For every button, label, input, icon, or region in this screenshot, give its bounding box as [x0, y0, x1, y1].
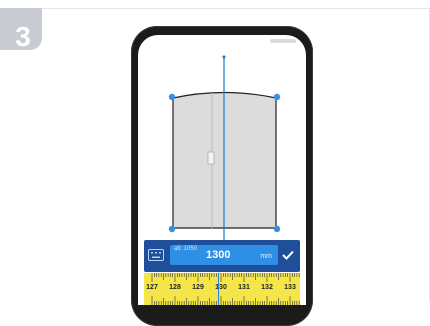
ruler-label: 129	[192, 284, 204, 291]
ruler-label: 131	[238, 284, 250, 291]
corner-handle-top-left-icon[interactable]	[168, 93, 176, 101]
ruler-label: 133	[284, 284, 296, 291]
ruler-label: 127	[146, 284, 158, 291]
ruler-label: 130	[215, 284, 227, 291]
measurement-value-field[interactable]: alt: 1050 1300 mm	[170, 245, 278, 265]
ruler-label: 128	[169, 284, 181, 291]
door-handle	[207, 151, 215, 165]
alt-measurement-label: alt: 1050	[174, 246, 198, 252]
corner-handle-bottom-right-icon[interactable]	[273, 225, 281, 233]
measurement-input-bar: alt: 1050 1300 mm	[144, 240, 300, 272]
measurement-unit: mm	[260, 253, 272, 260]
ruler-scale[interactable]: 127 128 129 130 131 132 133	[144, 273, 300, 305]
corner-handle-bottom-left-icon[interactable]	[168, 225, 176, 233]
measure-line-start-icon[interactable]	[222, 55, 226, 59]
checkmark-icon	[282, 250, 294, 260]
confirm-button[interactable]	[280, 246, 296, 264]
ruler-indicator-line	[218, 273, 219, 305]
corner-handle-top-right-icon[interactable]	[273, 93, 281, 101]
frame-divider	[42, 8, 430, 9]
ruler-label: 132	[261, 284, 273, 291]
step-badge: 3	[0, 8, 42, 52]
step-number: 3	[15, 21, 31, 52]
phone-screen: alt: 1050 1300 mm 127 128 129 130 131 13…	[138, 35, 306, 305]
keyboard-icon[interactable]	[148, 249, 164, 261]
measurement-value: 1300	[206, 249, 231, 261]
